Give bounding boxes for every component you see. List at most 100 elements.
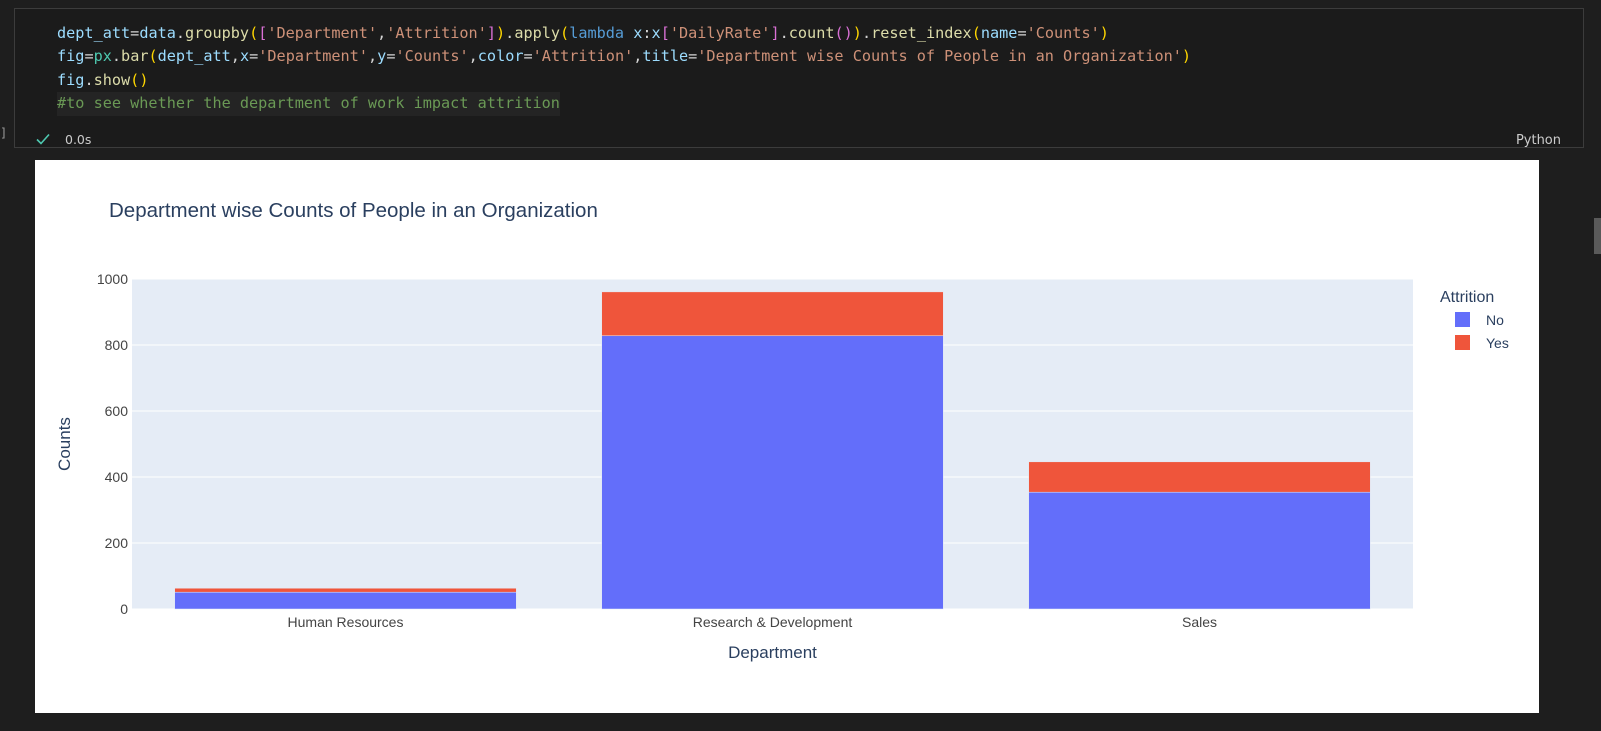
bar-yes <box>174 587 517 593</box>
code-token: ) <box>496 24 506 42</box>
code-token: 'DailyRate' <box>669 24 771 42</box>
code-token: ( <box>560 24 570 42</box>
bar-no <box>174 591 517 610</box>
legend-title: Attrition <box>1440 289 1494 306</box>
kernel-language-label[interactable]: Python <box>1516 133 1561 148</box>
code-token: . <box>111 47 122 66</box>
code-token: bar <box>121 47 149 66</box>
cell-output: 0 200 400 600 800 1000 Human Resources Research… <box>35 160 1539 713</box>
notebook-page: dept_att=data.groupby(['Department','Att… <box>0 0 1601 731</box>
code-token: . <box>779 24 789 42</box>
code-token: fig <box>57 47 85 66</box>
code-token: . <box>505 24 515 42</box>
code-token: lambda <box>569 24 625 42</box>
y-tick-label: 1000 <box>97 271 128 287</box>
cell-bracket-icon: ] <box>0 126 8 140</box>
code-token: #to see whether the department of work i… <box>57 94 560 113</box>
y-tick-label: 200 <box>105 535 129 551</box>
code-token: count <box>788 24 835 42</box>
code-token: title <box>642 47 689 66</box>
code-token: = <box>688 47 698 66</box>
code-token: . <box>175 24 186 42</box>
code-token: , <box>377 24 387 42</box>
code-token: y <box>377 47 387 66</box>
code-token: dept_att <box>157 47 231 66</box>
legend-swatch-yes <box>1455 335 1470 350</box>
code-token: px <box>93 47 112 66</box>
code-token: ) <box>843 24 853 42</box>
code-token: 'Department' <box>267 24 378 42</box>
legend-swatch-no <box>1455 312 1470 327</box>
code-token: , <box>368 47 378 66</box>
x-tick-label: Research & Development <box>693 614 853 630</box>
code-token: [ <box>258 24 268 42</box>
code-token: color <box>477 47 524 66</box>
bar-no <box>1028 491 1371 610</box>
code-token: ] <box>486 24 497 42</box>
code-token: ) <box>1099 24 1109 42</box>
code-token: [ <box>660 24 670 42</box>
legend-label-yes: Yes <box>1486 335 1509 351</box>
code-token: x <box>239 47 250 66</box>
code-token: () <box>130 70 149 89</box>
code-line[interactable]: dept_att=data.groupby(['Department','Att… <box>57 22 1191 45</box>
bar-yes <box>1028 461 1371 493</box>
x-tick-label: Human Resources <box>288 614 404 630</box>
code-token: dept_att <box>57 24 131 42</box>
code-token: apply <box>514 24 561 42</box>
code-token: 'Attrition' <box>532 47 634 66</box>
x-axis-title: Department <box>728 643 817 662</box>
code-token: = <box>249 47 259 66</box>
code-token: = <box>84 47 94 66</box>
code-token: show <box>93 70 131 89</box>
legend-label-no: No <box>1486 312 1504 328</box>
y-tick-label: 800 <box>105 337 129 353</box>
code-token: 'Attrition' <box>386 24 487 42</box>
code-token: fig <box>57 70 85 89</box>
code-line[interactable]: #to see whether the department of work i… <box>57 92 1191 116</box>
code-editor[interactable]: dept_att=data.groupby(['Department','Att… <box>57 22 1191 116</box>
code-cell[interactable]: dept_att=data.groupby(['Department','Att… <box>14 8 1584 148</box>
y-axis-title: Counts <box>55 417 74 471</box>
y-tick-label: 400 <box>105 469 129 485</box>
code-token: groupby <box>185 24 250 42</box>
code-token: data <box>139 24 176 42</box>
code-token: = <box>523 47 533 66</box>
code-token: = <box>130 24 140 42</box>
code-token: ( <box>148 47 158 66</box>
code-token: 'Counts' <box>1026 24 1100 42</box>
code-token: = <box>1017 24 1027 42</box>
code-token: ] <box>770 24 780 42</box>
code-token: : <box>642 24 652 42</box>
scrollbar-thumb[interactable] <box>1594 218 1601 254</box>
code-token: ) <box>852 24 862 42</box>
code-token: x <box>651 24 661 42</box>
chart-title: Department wise Counts of People in an O… <box>109 199 598 222</box>
y-tick-label: 0 <box>120 601 128 617</box>
code-token: ( <box>249 24 259 42</box>
execution-time: 0.0s <box>65 131 92 147</box>
code-token: reset_index <box>871 24 972 42</box>
x-tick-label: Sales <box>1182 614 1217 630</box>
code-token: , <box>230 47 240 66</box>
code-line[interactable]: fig.show() <box>57 69 1191 92</box>
code-token: 'Department' <box>258 47 368 66</box>
bar-no <box>601 335 944 610</box>
code-token: ( <box>971 24 981 42</box>
code-token: . <box>84 70 94 89</box>
code-token: 'Department wise Counts of People in an … <box>697 47 1182 66</box>
check-icon <box>36 133 50 145</box>
code-token: 'Counts' <box>395 47 469 66</box>
code-comment: #to see whether the department of work i… <box>57 92 560 116</box>
bar-chart: 0 200 400 600 800 1000 Human Resources Research… <box>55 199 1509 662</box>
cell-status: 0.0s <box>35 131 91 147</box>
code-token: , <box>468 47 478 66</box>
bar-yes <box>601 291 944 337</box>
code-token: ( <box>834 24 844 42</box>
code-line[interactable]: fig=px.bar(dept_att,x='Department',y='Co… <box>57 45 1191 68</box>
code-token: ) <box>1181 47 1192 66</box>
code-token: name <box>980 24 1018 42</box>
code-token: . <box>861 24 872 42</box>
y-tick-label: 600 <box>105 403 129 419</box>
